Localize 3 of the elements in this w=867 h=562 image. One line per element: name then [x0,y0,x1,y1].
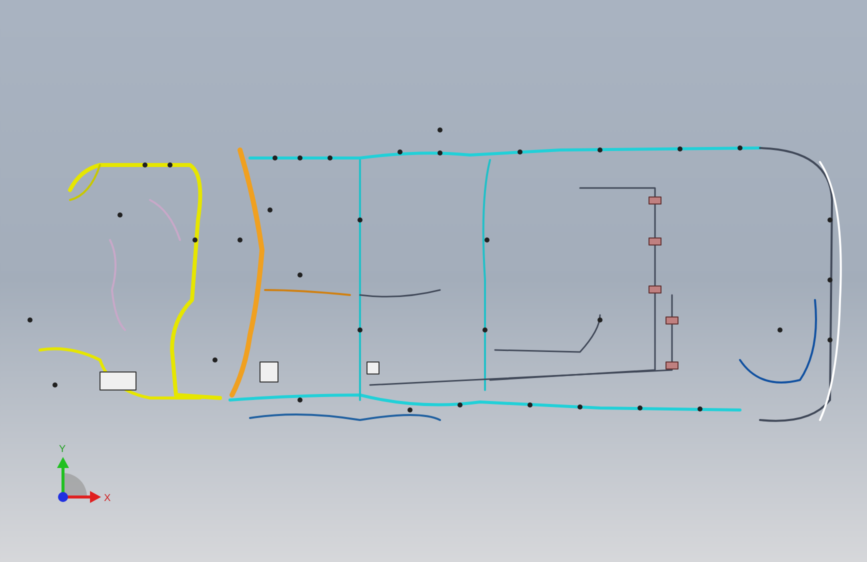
axis-triad-icon [57,457,101,503]
y-axis-label: Y [59,444,66,455]
x-axis-label: X [104,493,111,504]
